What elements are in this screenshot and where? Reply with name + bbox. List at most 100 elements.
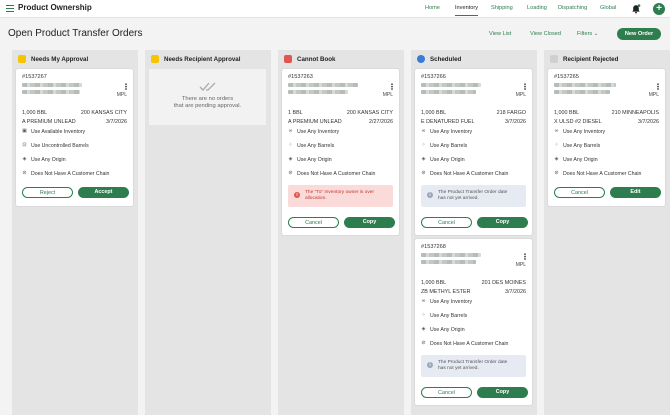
origin-icon: ◈ <box>421 156 426 163</box>
order-date: 3/7/2026 <box>106 119 127 125</box>
destination: 218 FARGO <box>496 110 526 116</box>
more-options-icon[interactable] <box>657 83 659 90</box>
redacted-text <box>288 83 358 87</box>
quantity: 1,000 BBL <box>421 110 447 116</box>
bell-icon[interactable] <box>631 4 641 14</box>
link-icon: ∞ <box>421 298 426 305</box>
product: A PREMIUM UNLEAD <box>22 119 76 125</box>
column-header: Needs My Approval <box>12 50 138 68</box>
empty-state: There are no orders that are pending app… <box>149 69 266 125</box>
column-title: Needs Recipient Approval <box>164 56 241 63</box>
order-date: 3/7/2026 <box>505 289 526 295</box>
option-row: ⊘ Does Not Have A Customer Chain <box>421 170 509 177</box>
option-row: ◈ Use Any Origin <box>421 326 465 333</box>
destination: 200 KANSAS CITY <box>80 110 127 116</box>
column-needs-my-approval: Needs My Approval #1537267 MPL 1,000 BBL… <box>12 50 138 415</box>
clock-icon <box>417 55 425 63</box>
link-icon: ∞ <box>554 128 559 135</box>
chevron-down-icon: ⌄ <box>593 31 599 37</box>
copy-button[interactable]: Copy <box>477 217 528 228</box>
origin-icon: ◈ <box>421 326 426 333</box>
accept-button[interactable]: Accept <box>78 187 129 198</box>
quantity: 1,000 BBL <box>22 110 48 116</box>
view-list-link[interactable]: View List <box>489 31 511 37</box>
alert-text: allocation. <box>305 196 327 201</box>
more-options-icon[interactable] <box>391 83 393 90</box>
order-card[interactable]: #1537266 MPL 1,000 BBL 218 FARGO E DENAT… <box>415 69 532 235</box>
order-date: 3/7/2026 <box>505 119 526 125</box>
option-row: ◈ Use Any Origin <box>554 156 598 163</box>
more-options-icon[interactable] <box>524 83 526 90</box>
nav-dispatching[interactable]: Dispatching <box>558 5 587 11</box>
redacted-text <box>288 90 348 94</box>
nav-shipping[interactable]: Shipping <box>491 5 513 11</box>
transfer-icon <box>151 55 159 63</box>
order-card[interactable]: #1537265 MPL 1,000 BBL 210 MINNEAPOLIS X… <box>548 69 665 206</box>
redacted-text <box>22 90 80 94</box>
pipeline-label: MPL <box>515 92 526 98</box>
barrels-icon: ⁘ <box>288 142 293 149</box>
nav-inventory[interactable]: Inventory <box>455 5 479 16</box>
add-icon[interactable]: + <box>653 3 665 15</box>
order-card[interactable]: #1537263 MPL 1 BBL 200 KANSAS CITY A PRE… <box>282 69 399 235</box>
column-header: Cannot Book <box>278 50 404 68</box>
link-off-icon: ⊘ <box>421 170 426 177</box>
column-recipient-rejected: Recipient Rejected #1537265 MPL 1,000 BB… <box>544 50 670 415</box>
alert-text: has not yet arrived. <box>438 366 479 371</box>
inventory-icon: ▣ <box>22 128 27 135</box>
cancel-button[interactable]: Cancel <box>288 217 339 228</box>
cancel-button[interactable]: Cancel <box>554 187 605 198</box>
option-row: ⊘ Does Not Have A Customer Chain <box>554 170 642 177</box>
quantity: 1,000 BBL <box>554 110 580 116</box>
option-row: ◈ Use Any Origin <box>22 156 66 163</box>
order-number: #1537267 <box>22 74 47 80</box>
barrels-icon: ⁘ <box>421 142 426 149</box>
top-bar: Product Ownership Home Inventory Shippin… <box>0 0 670 18</box>
empty-message-line1: There are no orders <box>181 96 234 102</box>
more-options-icon[interactable] <box>125 83 127 90</box>
cancel-button[interactable]: Cancel <box>421 217 472 228</box>
redacted-text <box>554 90 610 94</box>
more-options-icon[interactable] <box>524 253 526 260</box>
new-order-button[interactable]: New Order <box>617 28 661 40</box>
menu-icon[interactable] <box>6 5 14 13</box>
product: E DENATURED FUEL <box>421 119 475 125</box>
cancel-button[interactable]: Cancel <box>421 387 472 398</box>
nav-loading[interactable]: Loading <box>527 5 547 11</box>
column-title: Scheduled <box>430 56 462 63</box>
product: ZB METHYL ESTER <box>421 289 471 295</box>
option-row: ⊡ Use Uncontrolled Barrels <box>22 142 89 149</box>
option-row: ⊘ Does Not Have A Customer Chain <box>22 170 110 177</box>
destination: 210 MINNEAPOLIS <box>611 110 659 116</box>
order-number: #1537268 <box>421 244 446 250</box>
transfer-icon <box>284 55 292 63</box>
option-row: ∞ Use Any Inventory <box>554 128 606 135</box>
nav-global[interactable]: Global <box>600 5 616 11</box>
column-header: Needs Recipient Approval <box>145 50 271 68</box>
empty-message-line2: that are pending approval. <box>173 103 242 109</box>
error-icon: ! <box>294 192 300 198</box>
order-card[interactable]: #1537268 MPL 1,000 BBL 201 DES MOINES ZB… <box>415 239 532 405</box>
destination: 201 DES MOINES <box>481 280 526 286</box>
nav-home[interactable]: Home <box>425 5 440 11</box>
info-icon: i <box>427 362 433 368</box>
option-row: ◈ Use Any Origin <box>288 156 332 163</box>
pipeline-label: MPL <box>382 92 393 98</box>
option-row: ∞ Use Any Inventory <box>288 128 340 135</box>
column-header: Recipient Rejected <box>544 50 670 68</box>
filters-dropdown[interactable]: Filters ⌄ <box>577 31 598 37</box>
link-off-icon: ⊘ <box>288 170 293 177</box>
column-cannot-book: Cannot Book #1537263 MPL 1 BBL 200 KANSA… <box>278 50 404 415</box>
copy-button[interactable]: Copy <box>477 387 528 398</box>
barrels-icon: ⁘ <box>554 142 559 149</box>
column-header: Scheduled <box>411 50 537 68</box>
order-card[interactable]: #1537267 MPL 1,000 BBL 200 KANSAS CITY A… <box>16 69 133 206</box>
order-date: 3/7/2026 <box>638 119 659 125</box>
edit-button[interactable]: Edit <box>610 187 661 198</box>
redacted-text <box>421 260 476 264</box>
option-row: ⁘ Use Any Barrels <box>288 142 335 149</box>
copy-button[interactable]: Copy <box>344 217 395 228</box>
option-row: ⁘ Use Any Barrels <box>421 312 468 319</box>
view-closed-link[interactable]: View Closed <box>530 31 561 37</box>
reject-button[interactable]: Reject <box>22 187 73 198</box>
